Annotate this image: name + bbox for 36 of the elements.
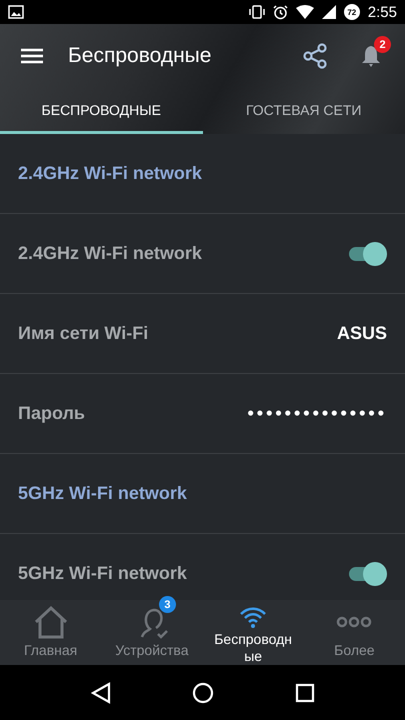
menu-icon	[21, 48, 43, 64]
clock: 2:55	[368, 4, 397, 20]
setting-label: Пароль	[18, 403, 86, 424]
cell-signal-icon	[322, 5, 336, 19]
back-icon[interactable]	[90, 682, 110, 704]
nav-item[interactable]: Беспроводные	[202, 600, 304, 665]
toggle-switch[interactable]	[347, 562, 387, 586]
notifications-button[interactable]: 2	[351, 36, 391, 76]
bell-icon	[361, 45, 381, 67]
vibrate-icon	[248, 5, 265, 19]
setting-label: 5GHz Wi-Fi network	[18, 563, 188, 584]
setting-value: ASUS	[336, 323, 387, 344]
notification-badge: 2	[374, 36, 391, 53]
home-icon	[32, 605, 69, 639]
battery-indicator: 72	[344, 4, 360, 20]
nav-item[interactable]: Более	[304, 600, 405, 665]
toggle-switch[interactable]	[347, 242, 387, 266]
tab[interactable]: ГОСТЕВАЯ СЕТИ	[202, 88, 405, 134]
tab[interactable]: БЕСПРОВОДНЫЕ	[0, 88, 202, 134]
home-circle-icon[interactable]	[192, 682, 214, 704]
share-button[interactable]	[301, 42, 329, 70]
password-value: •••••••••••••••	[247, 403, 387, 424]
recents-icon[interactable]	[294, 682, 314, 702]
section-heading: 5GHz Wi-Fi network	[18, 483, 188, 504]
wifi-icon	[238, 604, 268, 628]
setting-label: Имя сети Wi-Fi	[18, 323, 150, 344]
more-icon	[336, 616, 372, 628]
alarm-icon	[272, 4, 288, 20]
nav-item[interactable]: Главная	[0, 600, 102, 665]
screen-title: Беспроводные	[68, 44, 212, 68]
setting-label: 2.4GHz Wi-Fi network	[18, 243, 203, 264]
section-heading: 2.4GHz Wi-Fi network	[18, 163, 203, 184]
wifi-signal-icon	[296, 5, 314, 19]
count-badge: 3	[158, 596, 176, 613]
share-icon	[303, 43, 327, 69]
image-icon	[8, 5, 24, 19]
